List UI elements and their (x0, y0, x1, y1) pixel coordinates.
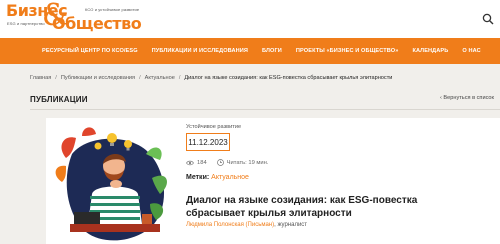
article-views: 184 (197, 159, 207, 166)
breadcrumb-separator: / (55, 75, 57, 81)
nav-item-blogs[interactable]: БЛОГИ (262, 48, 282, 54)
tags-label: Метки: (186, 174, 210, 181)
breadcrumb-separator: / (139, 75, 141, 81)
article-title[interactable]: Диалог на языке созидания: как ESG-повес… (186, 194, 466, 220)
nav-item-resource-center[interactable]: РЕСУРСНЫЙ ЦЕНТР ПО КСО/ESG (42, 48, 138, 54)
article-author: Людмила Полонская (Письман), журналист (186, 222, 307, 228)
nav-item-about[interactable]: О НАС (462, 48, 480, 54)
nav-item-publications[interactable]: ПУБЛИКАЦИИ И ИССЛЕДОВАНИЯ (152, 48, 248, 54)
nav-item-projects[interactable]: ПРОЕКТЫ «БИЗНЕС И ОБЩЕСТВО» (296, 48, 399, 54)
breadcrumb: Главная / Публикации и исследования / Актуал… (30, 75, 392, 81)
back-to-list-link[interactable]: ‹ Вернуться в список (440, 95, 494, 101)
eye-icon (186, 160, 194, 165)
article-tags: Метки: Актуальное (186, 174, 249, 181)
article-illustration (55, 127, 167, 241)
article-date: 11.12.2023 (186, 133, 230, 151)
breadcrumb-actual[interactable]: Актуальное (145, 75, 175, 81)
logo-word-society: Общество (52, 14, 142, 33)
main-nav: РЕСУРСНЫЙ ЦЕНТР ПО КСО/ESG ПУБЛИКАЦИИ И … (0, 38, 500, 64)
search-icon[interactable] (482, 13, 494, 25)
breadcrumb-home[interactable]: Главная (30, 75, 51, 81)
tag-link[interactable]: Актуальное (211, 174, 249, 181)
breadcrumb-current: Диалог на языке созидания: как ESG-повес… (184, 75, 393, 81)
author-name[interactable]: Людмила Полонская (Письман) (186, 222, 274, 228)
article-meta: 184 Читать: 19 мин. (186, 159, 268, 166)
article-category[interactable]: Устойчивое развитие (186, 124, 241, 130)
article-read-time: Читать: 19 мин. (226, 159, 269, 166)
nav-item-calendar[interactable]: КАЛЕНДАРЬ (412, 48, 448, 54)
breadcrumb-separator: / (178, 75, 181, 81)
section-divider (30, 109, 500, 110)
clock-icon (216, 159, 224, 166)
logo-tagline-csr: КСО и устойчивое развитие (85, 7, 140, 12)
breadcrumb-publications[interactable]: Публикации и исследования (61, 75, 135, 81)
site-header: Бизнес & Общество КСО и устойчивое разви… (0, 0, 500, 38)
site-logo[interactable]: Бизнес & Общество КСО и устойчивое разви… (6, 1, 166, 35)
page-title: ПУБЛИКАЦИИ (30, 95, 88, 104)
logo-tagline-esg: ESG и партнерство (7, 21, 45, 26)
author-role: , журналист (274, 222, 308, 228)
